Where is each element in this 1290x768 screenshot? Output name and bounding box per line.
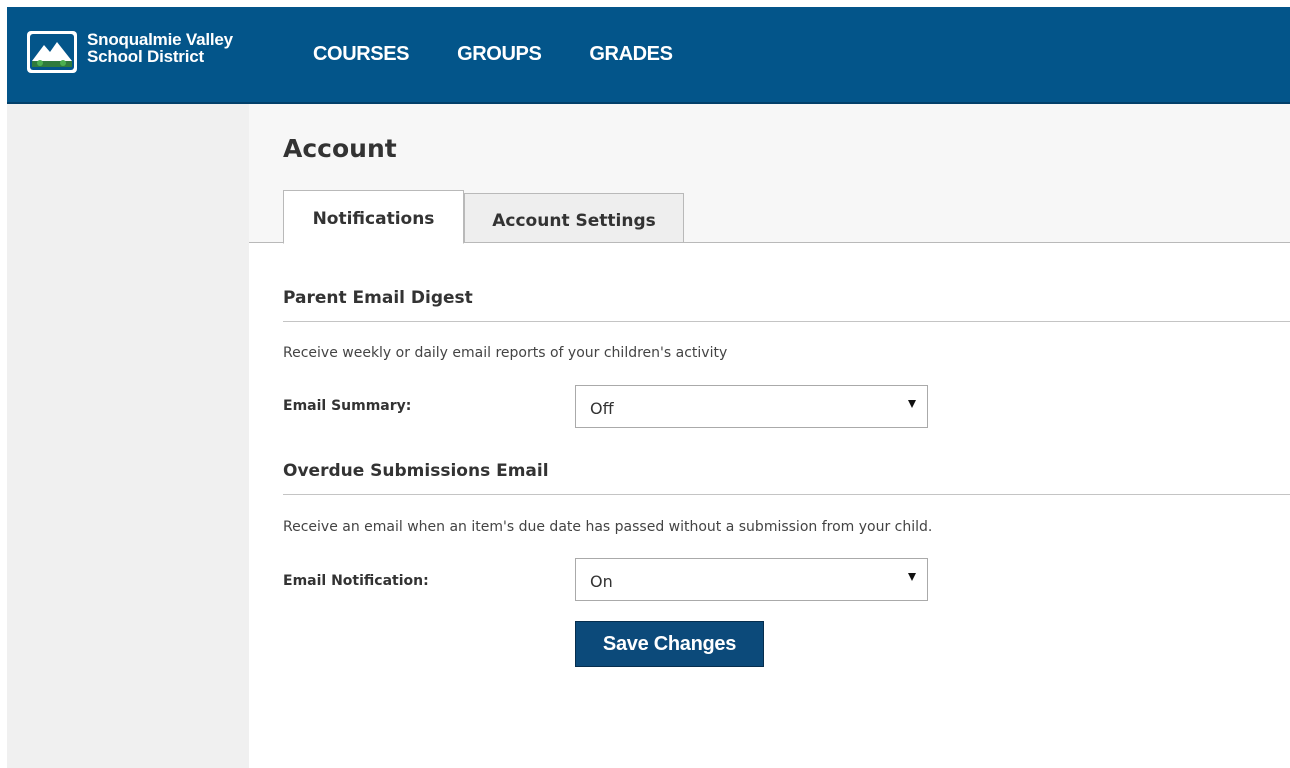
email-notification-value: On [590,572,613,591]
section-divider [283,321,1290,322]
save-changes-button[interactable]: Save Changes [575,621,764,667]
email-notification-select[interactable]: On [575,558,928,601]
mountain-seal-icon [27,31,77,73]
email-notification-label: Email Notification: [283,573,429,589]
district-name: Snoqualmie Valley School District [87,31,233,65]
nav-groups[interactable]: GROUPS [457,43,542,66]
district-name-line1: Snoqualmie Valley [87,30,233,49]
email-summary-select[interactable]: Off [575,385,928,428]
section-title-parent-email-digest: Parent Email Digest [283,288,473,308]
district-logo[interactable]: Snoqualmie Valley School District [27,31,233,73]
email-summary-label: Email Summary: [283,398,412,414]
section-description: Receive weekly or daily email reports of… [283,345,728,361]
top-navigation-bar: Snoqualmie Valley School District COURSE… [7,7,1290,104]
nav-courses[interactable]: COURSES [313,43,410,66]
main-nav: COURSES GROUPS GRADES [313,7,721,102]
section-divider [283,494,1290,495]
left-sidebar [7,104,249,768]
dropdown-arrow-icon [908,573,916,581]
section-description: Receive an email when an item's due date… [283,519,933,535]
dropdown-arrow-icon [908,400,916,408]
nav-grades[interactable]: GRADES [589,43,673,66]
page-title: Account [283,134,397,163]
section-title-overdue-submissions: Overdue Submissions Email [283,461,549,481]
tab-account-settings[interactable]: Account Settings [464,193,684,243]
email-summary-value: Off [590,399,614,418]
tab-notifications[interactable]: Notifications [283,190,464,244]
district-name-line2: School District [87,47,204,66]
